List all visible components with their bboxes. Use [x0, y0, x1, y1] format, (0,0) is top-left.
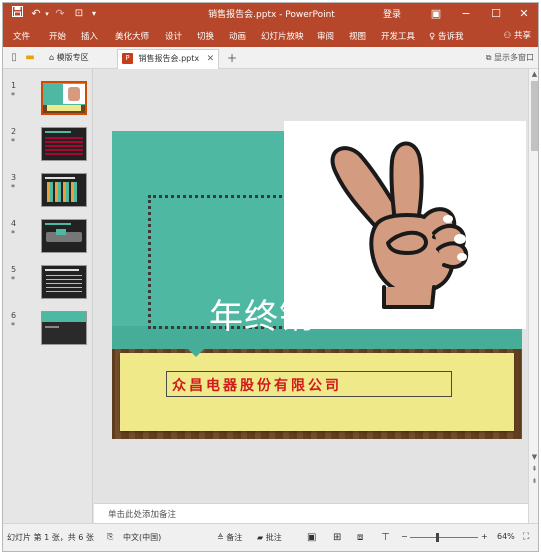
new-document-icon[interactable]: ▯ — [7, 51, 21, 65]
tab-beautify[interactable]: 美化大师 — [115, 30, 149, 42]
notes-button-label: 备注 — [226, 533, 243, 542]
tab-slideshow[interactable]: 幻灯片放映 — [261, 30, 304, 42]
thumbnail-row[interactable]: 5 * — [3, 265, 93, 305]
thumbnail-number: 6 — [11, 311, 17, 320]
notes-icon: ≜ — [217, 533, 224, 542]
pptx-file-icon: P — [122, 53, 133, 64]
previous-slide-icon[interactable]: ⇞ — [529, 465, 538, 473]
tab-developer[interactable]: 开发工具 — [381, 30, 415, 42]
multi-window-toggle[interactable]: ⧉ 显示多窗口 — [486, 52, 534, 63]
share-label: 共享 — [513, 31, 531, 41]
thumbnail-number: 5 — [11, 265, 17, 274]
reading-view-icon[interactable]: ⧈ — [357, 532, 363, 543]
comments-button[interactable]: ▰ 批注 — [257, 532, 282, 543]
slide-thumbnail[interactable] — [41, 127, 87, 161]
slide-thumbnail-pane[interactable]: 1 * 2 * 3 * 4 * 5 * 6 * — [3, 69, 93, 523]
tab-home[interactable]: 开始 — [49, 30, 66, 42]
tab-insert[interactable]: 插入 — [81, 30, 98, 42]
fit-to-window-icon[interactable]: ⛶ — [523, 532, 529, 542]
slide-sorter-icon[interactable]: ⊞ — [333, 532, 341, 543]
thumbnail-row[interactable]: 1 * — [3, 81, 93, 121]
language-indicator[interactable]: 中文(中国) — [123, 532, 161, 543]
tab-template-zone[interactable]: ⌂ 模版专区 — [45, 49, 93, 69]
open-folder-icon[interactable]: ▬ — [23, 51, 37, 65]
status-bar: 幻灯片 第 1 张，共 6 张 ⎘ 中文(中国) ≜ 备注 ▰ 批注 ▣ ⊞ ⧈… — [3, 523, 538, 551]
slide-counter: 幻灯片 第 1 张，共 6 张 — [7, 533, 94, 542]
tab-view[interactable]: 视图 — [349, 30, 366, 42]
multi-window-label: 显示多窗口 — [494, 53, 534, 62]
document-tab-bar: ▯ ▬ ⌂ 模版专区 P 销售报告会.pptx ✕ + ⧉ 显示多窗口 — [3, 47, 538, 69]
comment-icon: ▰ — [257, 533, 264, 542]
close-icon[interactable]: ✕ — [511, 5, 537, 23]
thumbnail-row[interactable]: 6 * — [3, 311, 93, 351]
zoom-slider-knob[interactable] — [436, 533, 439, 542]
home-icon: ⌂ — [49, 53, 55, 62]
tab-file[interactable]: 文件 — [13, 30, 30, 42]
thumbnail-star: * — [11, 321, 15, 330]
tab-design[interactable]: 设计 — [165, 30, 182, 42]
thumbnail-number: 3 — [11, 173, 17, 182]
zoom-out-button[interactable]: − — [401, 532, 408, 541]
active-tab-label: 销售报告会.pptx — [138, 54, 200, 63]
close-tab-icon[interactable]: ✕ — [207, 54, 215, 64]
zoom-level[interactable]: 64% — [497, 532, 515, 541]
victory-hand-picture[interactable] — [284, 121, 526, 329]
tab-active-document[interactable]: P 销售报告会.pptx ✕ — [117, 49, 220, 69]
slide-thumbnail[interactable] — [41, 265, 87, 299]
login-link[interactable]: 登录 — [383, 7, 401, 20]
minimize-icon[interactable]: − — [453, 5, 479, 23]
window-icon: ⧉ — [485, 53, 492, 62]
next-slide-icon[interactable]: ⇟ — [529, 477, 538, 485]
tell-me-box[interactable]: ♀ 告诉我 — [429, 30, 463, 42]
slide-canvas[interactable]: 年终销 众昌电器股份有限公司 — [94, 69, 528, 523]
thumbnail-star: * — [11, 183, 15, 192]
notes-pane[interactable]: 单击此处添加备注 — [94, 503, 528, 523]
slide-thumbnail[interactable] — [41, 173, 87, 207]
normal-view-icon[interactable]: ▣ — [307, 532, 316, 543]
callout-pointer — [182, 343, 210, 357]
slide-thumbnail[interactable] — [41, 219, 87, 253]
tab-animations[interactable]: 动画 — [229, 30, 246, 42]
slide-thumbnail[interactable] — [41, 81, 87, 115]
company-name[interactable]: 众昌电器股份有限公司 — [172, 375, 342, 395]
spellcheck-icon[interactable]: ⎘ — [107, 532, 113, 542]
title-bar: ↶ ▾ ↷ ⊡ ▾ 销售报告会.pptx - PowerPoint 登录 ▣ −… — [3, 3, 538, 25]
powerpoint-window: ↶ ▾ ↷ ⊡ ▾ 销售报告会.pptx - PowerPoint 登录 ▣ −… — [2, 2, 539, 552]
tell-me-label: 告诉我 — [437, 32, 464, 42]
thumbnail-row[interactable]: 3 * — [3, 173, 93, 213]
teal-strip — [112, 326, 522, 351]
thumbnail-star: * — [11, 91, 15, 100]
vertical-scrollbar[interactable]: ▲ ▼ ⇞ ⇟ — [528, 69, 538, 523]
thumbnail-row[interactable]: 4 * — [3, 219, 93, 259]
ribbon-display-icon[interactable]: ▣ — [423, 5, 449, 23]
thumbnail-star: * — [11, 229, 15, 238]
slide-thumbnail[interactable] — [41, 311, 87, 345]
slideshow-view-icon[interactable]: ⊤ — [381, 532, 390, 543]
zoom-in-button[interactable]: + — [481, 532, 488, 541]
person-icon: ⚇ — [503, 31, 512, 41]
tab-transitions[interactable]: 切换 — [197, 30, 214, 42]
comments-button-label: 批注 — [265, 533, 282, 542]
thumbnail-star: * — [11, 137, 15, 146]
workspace: 1 * 2 * 3 * 4 * 5 * 6 * 年终销 众昌电器股份有限公司 ▲… — [3, 69, 538, 523]
thumbnail-number: 1 — [11, 81, 17, 90]
scroll-down-icon[interactable]: ▼ — [529, 453, 538, 461]
thumbnail-number: 2 — [11, 127, 17, 136]
ribbon-tabs: 文件 开始 插入 美化大师 设计 切换 动画 幻灯片放映 审阅 视图 开发工具 … — [3, 25, 538, 47]
zoom-slider-track[interactable] — [410, 537, 478, 538]
victory-hand-icon — [330, 141, 469, 309]
share-button[interactable]: ⚇ 共享 — [499, 28, 536, 44]
template-tab-label: 模版专区 — [56, 53, 89, 62]
tab-review[interactable]: 审阅 — [317, 30, 334, 42]
scroll-up-icon[interactable]: ▲ — [529, 70, 538, 78]
thumbnail-number: 4 — [11, 219, 17, 228]
scrollbar-thumb[interactable] — [531, 81, 538, 151]
thumbnail-row[interactable]: 2 * — [3, 127, 93, 167]
add-tab-icon[interactable]: + — [225, 51, 239, 65]
maximize-icon[interactable]: ☐ — [483, 5, 509, 23]
lightbulb-icon: ♀ — [429, 32, 436, 42]
notes-placeholder[interactable]: 单击此处添加备注 — [108, 510, 176, 520]
thumbnail-star: * — [11, 275, 15, 284]
notes-button[interactable]: ≜ 备注 — [217, 532, 242, 543]
